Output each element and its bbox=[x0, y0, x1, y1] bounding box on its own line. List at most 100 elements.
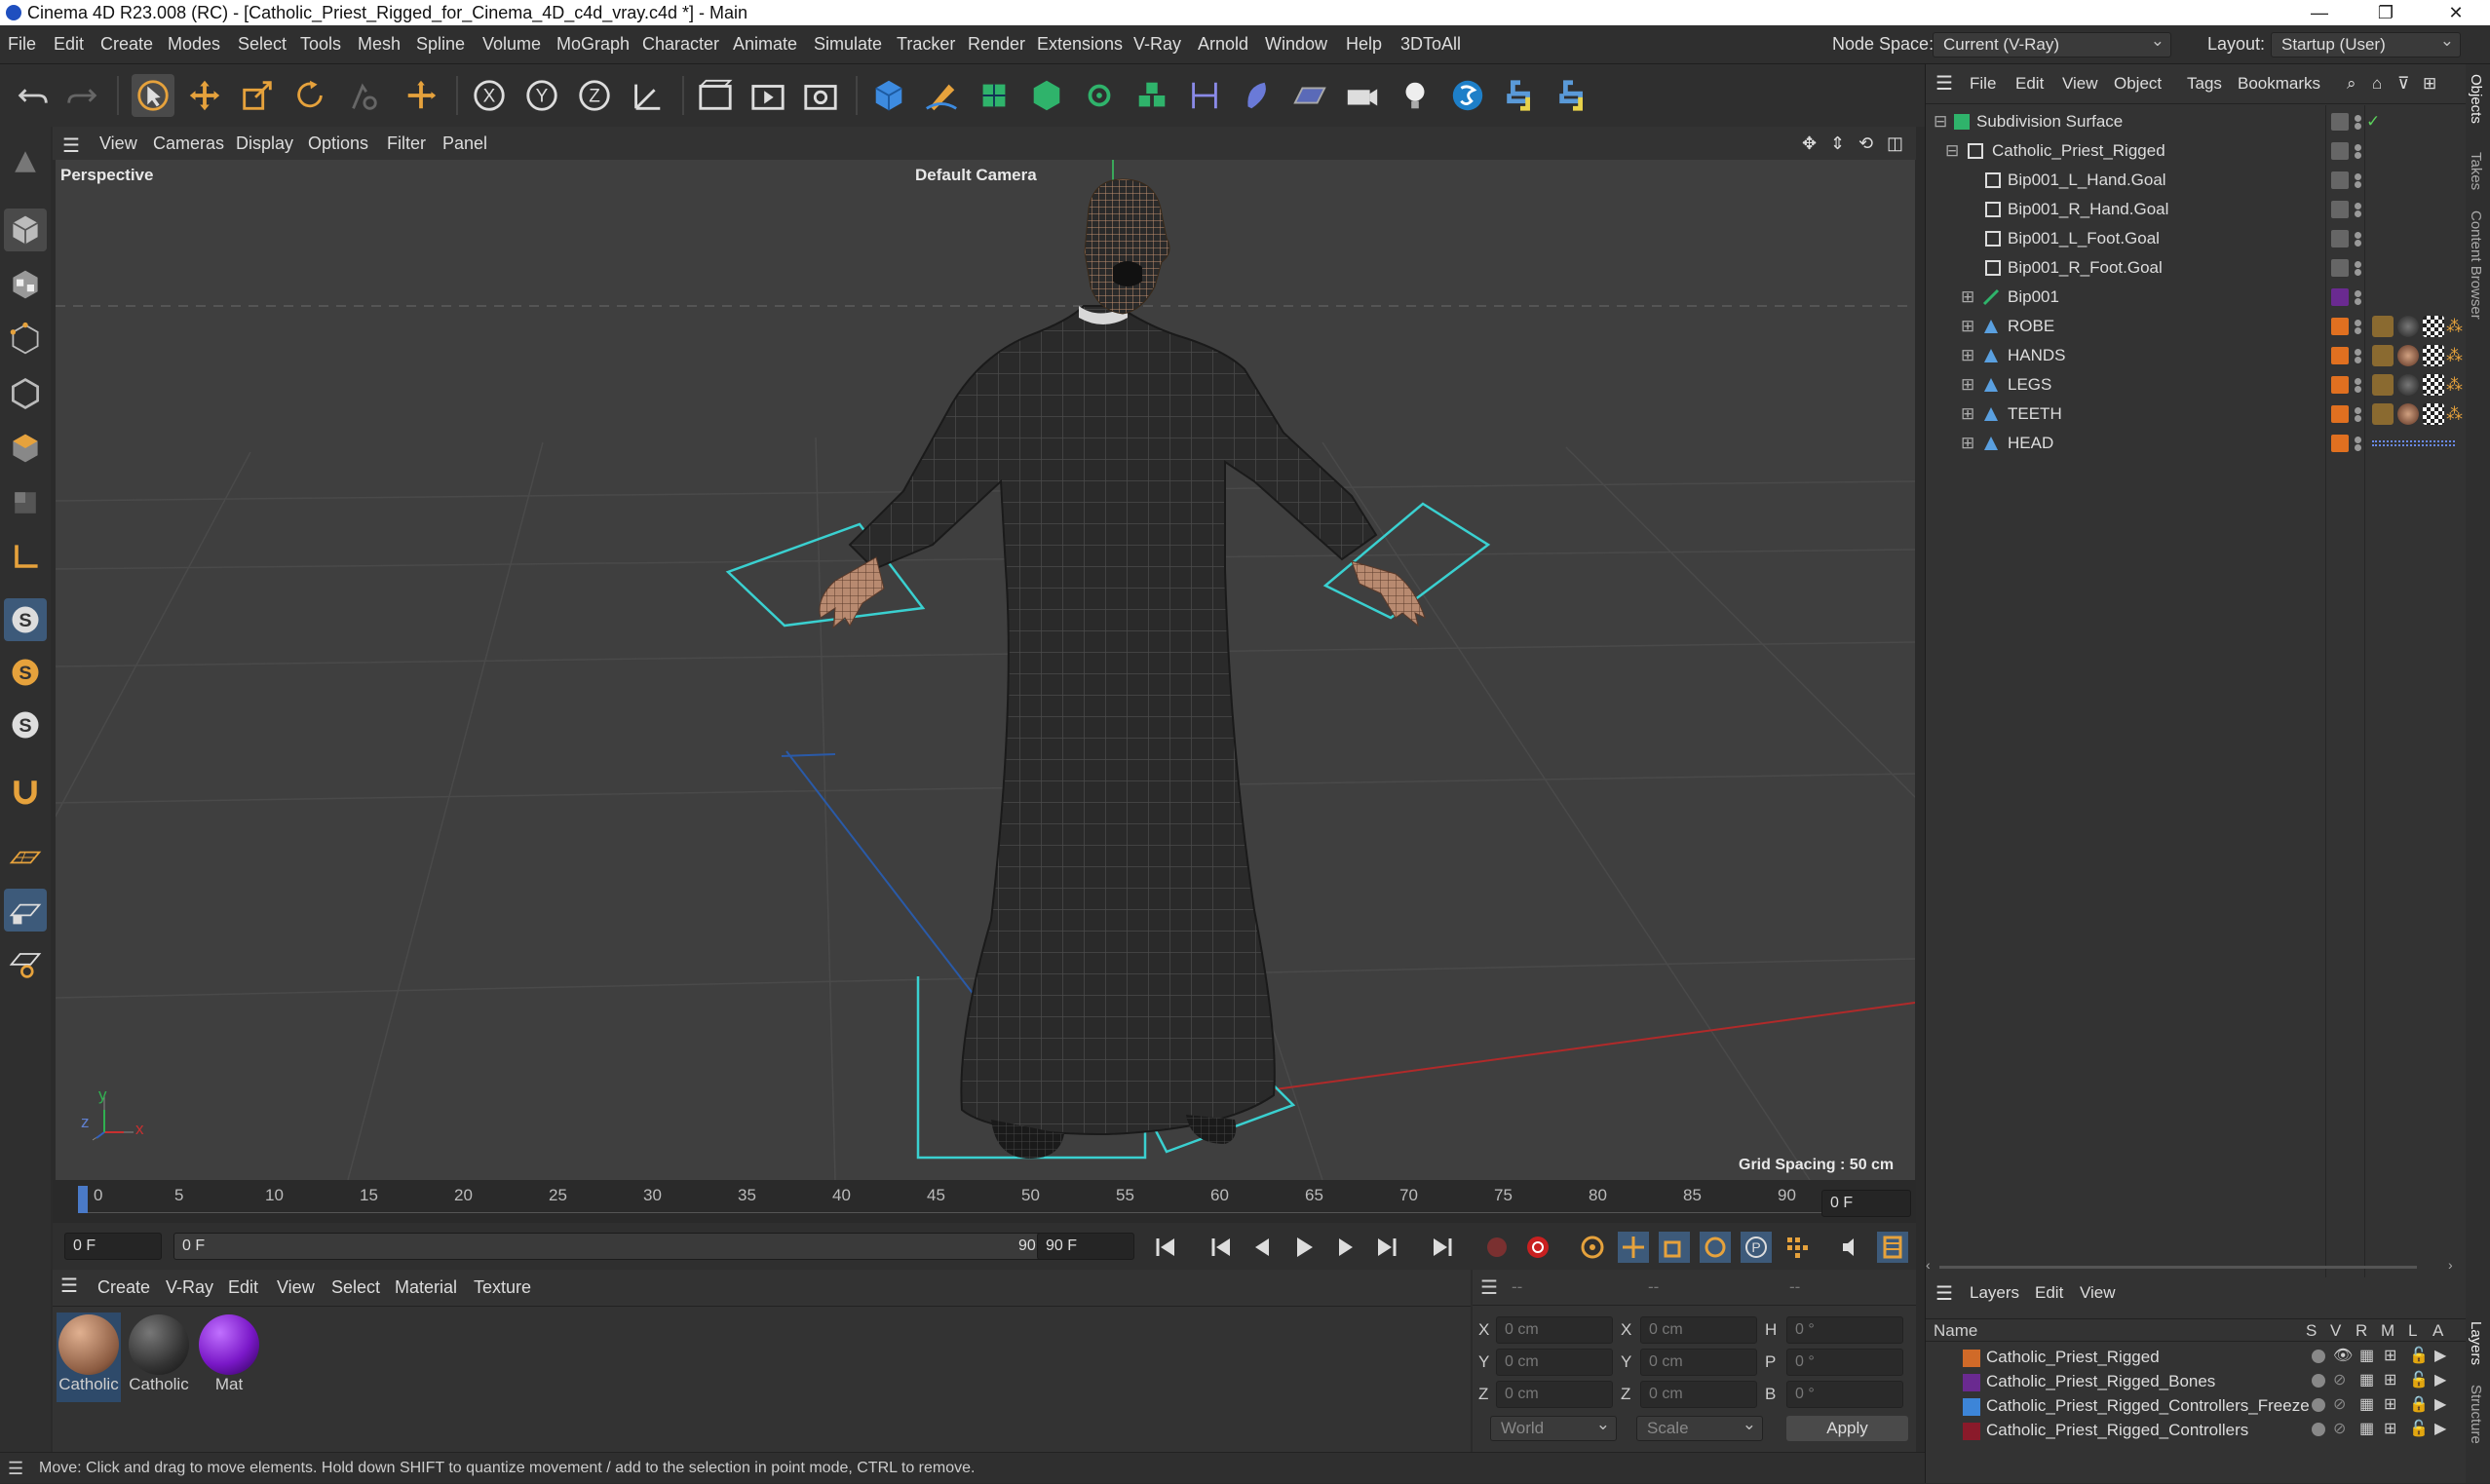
menu-simulate[interactable]: Simulate bbox=[814, 34, 882, 55]
lock-icon[interactable]: 🔓 bbox=[2409, 1419, 2429, 1438]
column-locked[interactable]: L bbox=[2408, 1321, 2417, 1341]
render-view-icon[interactable] bbox=[694, 74, 737, 117]
rotation-b-field[interactable]: 0 ° bbox=[1786, 1381, 1903, 1408]
menu-edit[interactable]: Edit bbox=[54, 34, 84, 55]
size-x-field[interactable]: 0 cm bbox=[1640, 1316, 1757, 1344]
record-keys-icon[interactable] bbox=[1481, 1232, 1513, 1263]
texture-tag-icon[interactable] bbox=[2372, 403, 2394, 425]
menu-extensions[interactable]: Extensions bbox=[1037, 34, 1123, 55]
menu-animate[interactable]: Animate bbox=[733, 34, 797, 55]
camera-label[interactable]: Default Camera bbox=[915, 166, 1037, 185]
texture-tag-icon[interactable] bbox=[2372, 374, 2394, 396]
position-y-field[interactable]: 0 cm bbox=[1496, 1349, 1613, 1376]
render-dot[interactable] bbox=[2355, 298, 2361, 305]
menu-create[interactable]: Create bbox=[100, 34, 153, 55]
layer-swatch[interactable] bbox=[2331, 347, 2349, 364]
coord-menu-icon[interactable]: ☰ bbox=[1480, 1275, 1498, 1300]
skin-tag-icon[interactable]: ⁂ bbox=[2446, 317, 2463, 336]
menu-mograph[interactable]: MoGraph bbox=[556, 34, 630, 55]
material-tag-icon[interactable] bbox=[2397, 374, 2419, 396]
layer-swatch[interactable] bbox=[2331, 230, 2349, 247]
menu-3dtoall[interactable]: 3DToAll bbox=[1400, 34, 1461, 55]
model-mode-icon[interactable] bbox=[4, 209, 47, 251]
menu-window[interactable]: Window bbox=[1265, 34, 1327, 55]
polygons-mode-icon[interactable] bbox=[4, 427, 47, 470]
floor-icon[interactable] bbox=[1288, 74, 1331, 117]
material-menu-view[interactable]: View bbox=[277, 1277, 315, 1298]
position-z-field[interactable]: 0 cm bbox=[1496, 1381, 1613, 1408]
column-manager[interactable]: M bbox=[2381, 1321, 2394, 1341]
object-row-subdivision-surface[interactable]: ⊟ Subdivision Surface ✓ bbox=[1926, 107, 2457, 136]
render-toggle-icon[interactable]: ▦ bbox=[2359, 1346, 2374, 1365]
axis-y-icon[interactable]: Y bbox=[520, 74, 563, 117]
extrude-icon[interactable] bbox=[1025, 74, 1068, 117]
mograph-cloner-icon[interactable] bbox=[1078, 74, 1121, 117]
layer-swatch[interactable] bbox=[2331, 201, 2349, 218]
tab-content-browser[interactable]: Content Browser bbox=[2468, 210, 2484, 320]
key-rotation-icon[interactable] bbox=[1700, 1232, 1731, 1263]
visibility-dot[interactable] bbox=[2355, 232, 2361, 239]
material-menu-vray[interactable]: V-Ray bbox=[166, 1277, 213, 1298]
rotation-p-field[interactable]: 0 ° bbox=[1786, 1349, 1903, 1376]
points-mode-icon[interactable] bbox=[4, 318, 47, 361]
expand-icon[interactable]: ⊞ bbox=[1961, 317, 1974, 336]
undo-icon[interactable] bbox=[12, 74, 55, 117]
viewport-menu-display[interactable]: Display bbox=[236, 133, 293, 154]
objects-menu-icon[interactable]: ☰ bbox=[1935, 71, 1953, 95]
layers-menu-layers[interactable]: Layers bbox=[1970, 1283, 2019, 1303]
layer-swatch[interactable] bbox=[2331, 376, 2349, 394]
expand-icon[interactable]: ⊞ bbox=[1961, 287, 1974, 307]
menu-modes[interactable]: Modes bbox=[168, 34, 220, 55]
texture-tag-icon[interactable] bbox=[2372, 345, 2394, 366]
tab-objects[interactable]: Objects bbox=[2468, 74, 2484, 124]
animation-toggle-icon[interactable]: ▶ bbox=[2434, 1346, 2446, 1365]
expand-icon[interactable]: ⊟ bbox=[1945, 141, 1959, 161]
render-dot[interactable] bbox=[2355, 415, 2361, 422]
cube-icon[interactable] bbox=[867, 74, 910, 117]
tab-structure[interactable]: Structure bbox=[2468, 1385, 2484, 1444]
layer-swatch[interactable] bbox=[2331, 259, 2349, 277]
start-frame-field[interactable]: 0 F bbox=[64, 1233, 162, 1260]
symmetry-icon[interactable] bbox=[1183, 74, 1226, 117]
maximize-button[interactable]: ❐ bbox=[2356, 0, 2415, 25]
viewport-menu-view[interactable]: View bbox=[99, 133, 137, 154]
visibility-dot[interactable] bbox=[2355, 115, 2361, 122]
coordinate-system-icon[interactable] bbox=[626, 74, 669, 117]
sound-icon[interactable] bbox=[1836, 1232, 1867, 1263]
solo-toggle-icon[interactable] bbox=[2312, 1350, 2325, 1363]
layer-row[interactable]: Catholic_Priest_Rigged_Controllers_Freez… bbox=[1926, 1394, 2467, 1419]
render-icon[interactable] bbox=[747, 74, 789, 117]
render-dot[interactable] bbox=[2355, 123, 2361, 130]
rotate-icon[interactable] bbox=[288, 74, 331, 117]
object-row-legs[interactable]: ⊞ LEGS ⁂ bbox=[1926, 370, 2463, 400]
scale-icon[interactable] bbox=[236, 74, 279, 117]
objects-search-icon[interactable]: ⌕ bbox=[2347, 74, 2356, 94]
layers-menu-icon[interactable]: ☰ bbox=[1935, 1281, 1953, 1306]
subdivision-icon[interactable] bbox=[973, 74, 1015, 117]
render-settings-icon[interactable] bbox=[799, 74, 842, 117]
tab-layers[interactable]: Layers bbox=[2468, 1321, 2484, 1365]
objects-menu-file[interactable]: File bbox=[1970, 74, 1996, 94]
viewport-zoom-icon[interactable]: ⇕ bbox=[1830, 133, 1845, 154]
recent-tool-icon[interactable] bbox=[341, 74, 384, 117]
menu-vray[interactable]: V-Ray bbox=[1133, 34, 1181, 55]
expand-icon[interactable]: ⊞ bbox=[1961, 346, 1974, 365]
objects-menu-tags[interactable]: Tags bbox=[2187, 74, 2222, 94]
column-visible[interactable]: V bbox=[2330, 1321, 2341, 1341]
axis-z-icon[interactable]: Z bbox=[573, 74, 616, 117]
status-menu-icon[interactable]: ☰ bbox=[8, 1453, 23, 1484]
menu-select[interactable]: Select bbox=[238, 34, 287, 55]
visibility-dot[interactable] bbox=[2355, 437, 2361, 443]
eye-icon[interactable]: 👁 bbox=[2333, 1346, 2353, 1365]
manager-toggle-icon[interactable]: ⊞ bbox=[2384, 1370, 2396, 1389]
render-dot[interactable] bbox=[2355, 210, 2361, 217]
render-toggle-icon[interactable]: ▦ bbox=[2359, 1394, 2374, 1414]
eye-hidden-icon[interactable]: ⊘ bbox=[2333, 1370, 2346, 1389]
render-dot[interactable] bbox=[2355, 386, 2361, 393]
material-swatch[interactable]: Catholic bbox=[127, 1313, 191, 1402]
expand-icon[interactable]: ⊞ bbox=[1961, 434, 1974, 453]
snap-icon[interactable]: S bbox=[4, 598, 47, 641]
menu-render[interactable]: Render bbox=[968, 34, 1025, 55]
uvw-tag-icon[interactable] bbox=[2423, 345, 2444, 366]
material-menu-create[interactable]: Create bbox=[97, 1277, 150, 1298]
